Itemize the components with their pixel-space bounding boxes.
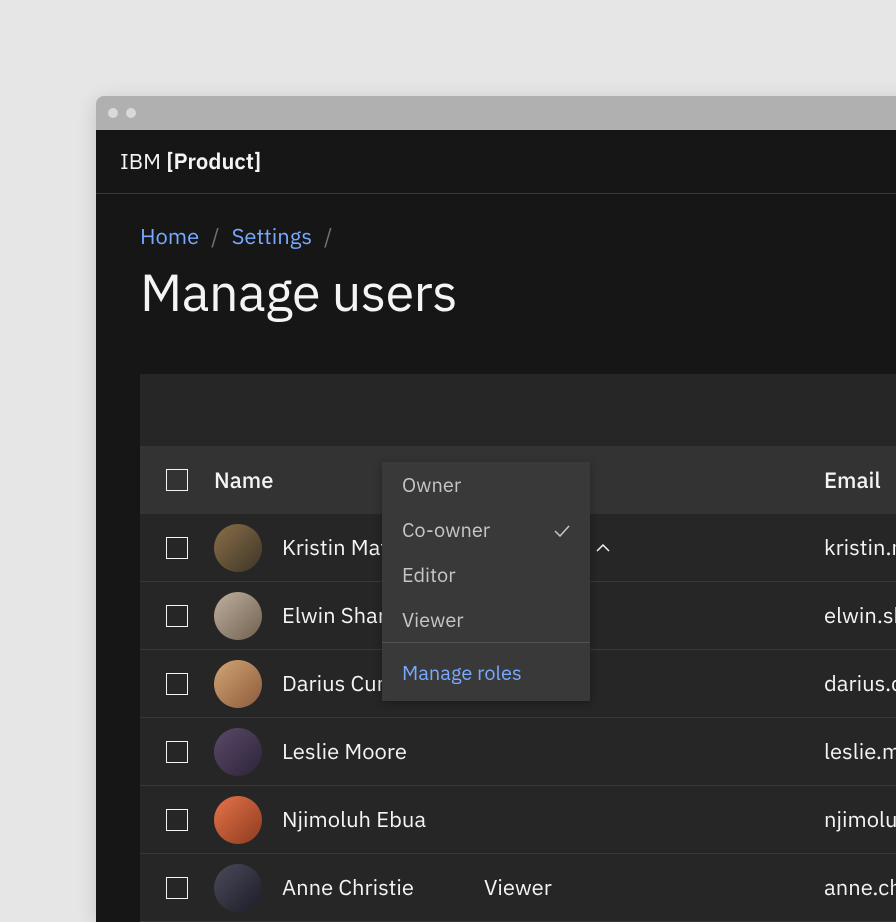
breadcrumb-home[interactable]: Home <box>140 222 199 251</box>
row-checkbox-cell <box>140 673 214 695</box>
table-row: Anne Christie Viewer anne.chr <box>140 854 896 922</box>
manage-roles-label: Manage roles <box>402 659 522 686</box>
cell-name: Anne Christie <box>214 864 484 912</box>
cell-name: Njimoluh Ebua <box>214 796 484 844</box>
row-checkbox-cell <box>140 809 214 831</box>
table-row: Njimoluh Ebua njimoluh <box>140 786 896 854</box>
dropdown-option-co-owner[interactable]: Co-owner <box>382 507 590 552</box>
dropdown-option-editor[interactable]: Editor <box>382 552 590 597</box>
breadcrumb-settings[interactable]: Settings <box>232 222 312 251</box>
dropdown-option-viewer[interactable]: Viewer <box>382 597 590 642</box>
checkmark-icon <box>554 516 570 543</box>
dropdown-option-label: Editor <box>402 561 456 588</box>
cell-email: anne.chr <box>824 873 896 902</box>
row-checkbox-cell <box>140 605 214 627</box>
brand-product: [Product] <box>166 147 261 176</box>
user-name: Njimoluh Ebua <box>282 805 426 834</box>
dropdown-option-owner[interactable]: Owner <box>382 462 590 507</box>
row-checkbox-cell <box>140 537 214 559</box>
cell-name: Leslie Moore <box>214 728 484 776</box>
avatar <box>214 592 262 640</box>
user-name: Anne Christie <box>282 873 414 902</box>
cell-email: kristin.m <box>824 533 896 562</box>
breadcrumb-separator: / <box>211 222 219 251</box>
avatar <box>214 864 262 912</box>
app-header: IBM [Product] <box>96 130 896 194</box>
row-checkbox[interactable] <box>166 673 188 695</box>
row-checkbox[interactable] <box>166 741 188 763</box>
role-dropdown-menu: Owner Co-owner Editor Viewer Manage role… <box>382 462 590 701</box>
chevron-up-icon <box>595 540 611 556</box>
window-chrome <box>96 96 896 130</box>
window-control-close[interactable] <box>108 108 118 118</box>
row-checkbox-cell <box>140 877 214 899</box>
dropdown-option-label: Viewer <box>402 606 464 633</box>
row-checkbox-cell <box>140 741 214 763</box>
dropdown-option-label: Owner <box>402 471 461 498</box>
avatar <box>214 524 262 572</box>
table-toolbar <box>140 374 896 446</box>
breadcrumb: Home / Settings / <box>140 222 896 251</box>
breadcrumb-separator: / <box>324 222 332 251</box>
row-checkbox[interactable] <box>166 605 188 627</box>
role-value: Viewer <box>484 873 552 902</box>
avatar <box>214 660 262 708</box>
cell-email: njimoluh <box>824 805 896 834</box>
content-header: Home / Settings / Manage users <box>96 194 896 374</box>
page-title: Manage users <box>140 259 896 326</box>
table-row: Leslie Moore leslie.mo <box>140 718 896 786</box>
cell-email: darius.cu <box>824 669 896 698</box>
header-email[interactable]: Email <box>824 466 896 495</box>
manage-roles-link[interactable]: Manage roles <box>382 643 590 701</box>
row-checkbox[interactable] <box>166 537 188 559</box>
select-all-checkbox[interactable] <box>166 469 188 491</box>
row-checkbox[interactable] <box>166 877 188 899</box>
brand-label: IBM [Product] <box>120 147 261 176</box>
header-checkbox-cell <box>140 469 214 491</box>
avatar <box>214 796 262 844</box>
brand-company: IBM <box>120 147 161 176</box>
row-checkbox[interactable] <box>166 809 188 831</box>
avatar <box>214 728 262 776</box>
cell-email: elwin.sh <box>824 601 896 630</box>
dropdown-option-label: Co-owner <box>402 516 490 543</box>
cell-role[interactable]: Viewer <box>484 873 824 902</box>
user-name: Leslie Moore <box>282 737 407 766</box>
cell-email: leslie.mo <box>824 737 896 766</box>
window-control-minimize[interactable] <box>126 108 136 118</box>
